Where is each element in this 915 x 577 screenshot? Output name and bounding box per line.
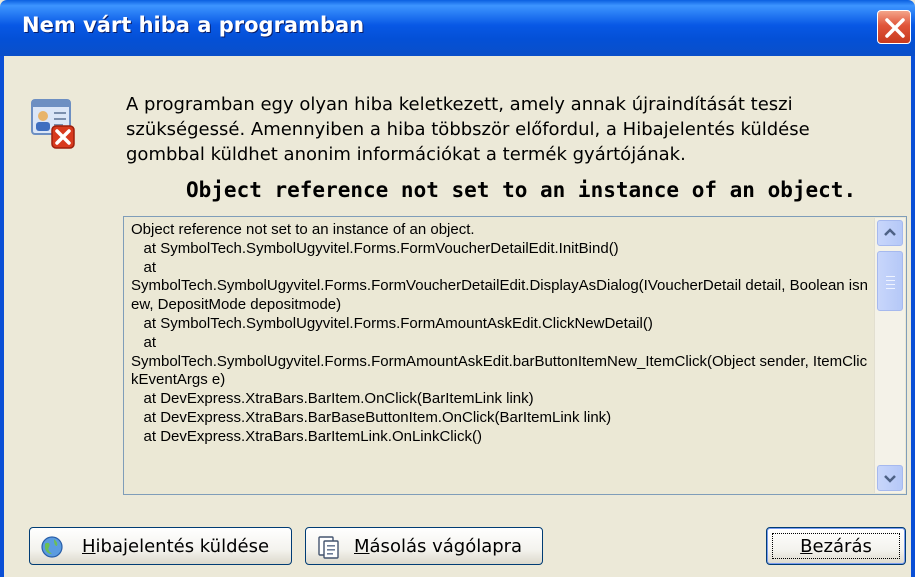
window-close-button[interactable] bbox=[877, 10, 911, 44]
window-border-right bbox=[911, 56, 915, 577]
error-dialog: Nem várt hiba a programban A programban … bbox=[0, 0, 915, 577]
error-title: Object reference not set to an instance … bbox=[186, 178, 857, 202]
stack-trace-text: Object reference not set to an instance … bbox=[131, 221, 868, 445]
close-dialog-label: Bezárás bbox=[800, 536, 872, 557]
send-report-button[interactable]: Hibajelentés küldése bbox=[29, 527, 292, 565]
window-title: Nem várt hiba a programban bbox=[22, 13, 365, 37]
chevron-up-icon bbox=[884, 228, 896, 236]
send-report-label: Hibajelentés küldése bbox=[82, 536, 270, 557]
scroll-up-button[interactable] bbox=[877, 220, 903, 246]
error-message: A programban egy olyan hiba keletkezett,… bbox=[126, 94, 810, 165]
title-bar[interactable]: Nem várt hiba a programban bbox=[0, 0, 915, 56]
vertical-scrollbar[interactable] bbox=[874, 218, 905, 493]
close-dialog-button[interactable]: Bezárás bbox=[766, 527, 906, 565]
scroll-thumb[interactable] bbox=[877, 251, 903, 311]
copy-to-clipboard-button[interactable]: Másolás vágólapra bbox=[305, 527, 543, 565]
contact-card-error-icon bbox=[28, 96, 78, 150]
window-border-left bbox=[0, 56, 4, 577]
scroll-down-button[interactable] bbox=[877, 465, 903, 491]
copy-to-clipboard-label: Másolás vágólapra bbox=[354, 536, 523, 557]
close-icon bbox=[885, 18, 905, 38]
chevron-down-icon bbox=[884, 475, 896, 483]
error-details-textbox[interactable]: Object reference not set to an instance … bbox=[123, 216, 907, 495]
clipboard-copy-icon bbox=[316, 535, 340, 559]
globe-send-icon bbox=[40, 535, 64, 559]
